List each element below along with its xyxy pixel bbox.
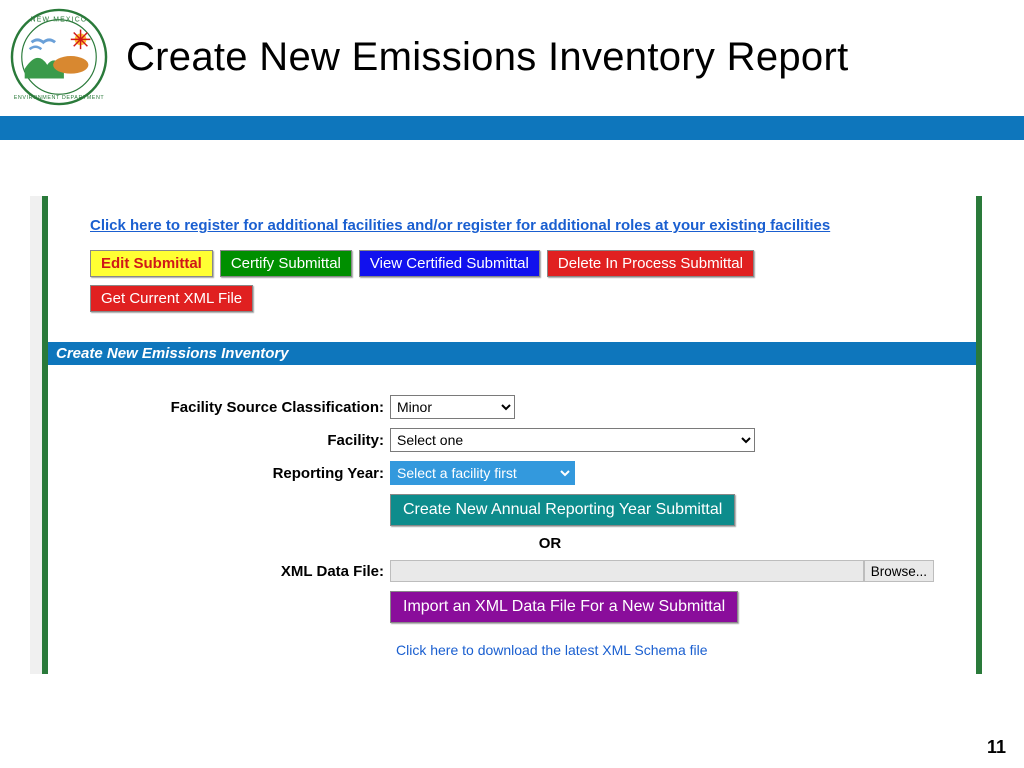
svg-text:ENVIRONMENT DEPARTMENT: ENVIRONMENT DEPARTMENT: [14, 95, 105, 101]
facility-source-classification-label: Facility Source Classification:: [90, 399, 390, 416]
import-xml-submittal-button[interactable]: Import an XML Data File For a New Submit…: [390, 591, 738, 623]
edit-submittal-button[interactable]: Edit Submittal: [90, 250, 213, 277]
section-header: Create New Emissions Inventory: [48, 342, 976, 365]
xml-file-path-input[interactable]: [390, 560, 864, 582]
register-facilities-link[interactable]: Click here to register for additional fa…: [90, 216, 830, 236]
page-number: 11: [987, 737, 1006, 758]
svg-text:NEW MEXICO: NEW MEXICO: [31, 17, 88, 24]
delete-in-process-submittal-button[interactable]: Delete In Process Submittal: [547, 250, 754, 277]
create-new-annual-submittal-button[interactable]: Create New Annual Reporting Year Submitt…: [390, 494, 735, 526]
xml-data-file-label: XML Data File:: [90, 563, 390, 580]
divider-bar: [0, 116, 1024, 140]
facility-label: Facility:: [90, 432, 390, 449]
browse-button[interactable]: Browse...: [864, 560, 934, 582]
view-certified-submittal-button[interactable]: View Certified Submittal: [359, 250, 540, 277]
nm-environment-dept-logo: NEW MEXICO ENVIRONMENT DEPARTMENT: [10, 8, 108, 106]
facility-select[interactable]: Select one: [390, 428, 755, 452]
reporting-year-select[interactable]: Select a facility first: [390, 461, 575, 485]
facility-source-classification-select[interactable]: Minor: [390, 395, 515, 419]
page-title: Create New Emissions Inventory Report: [126, 35, 849, 80]
get-current-xml-button[interactable]: Get Current XML File: [90, 285, 253, 312]
certify-submittal-button[interactable]: Certify Submittal: [220, 250, 352, 277]
reporting-year-label: Reporting Year:: [90, 465, 390, 482]
or-divider: OR: [390, 535, 710, 552]
download-xml-schema-link[interactable]: Click here to download the latest XML Sc…: [396, 642, 708, 658]
